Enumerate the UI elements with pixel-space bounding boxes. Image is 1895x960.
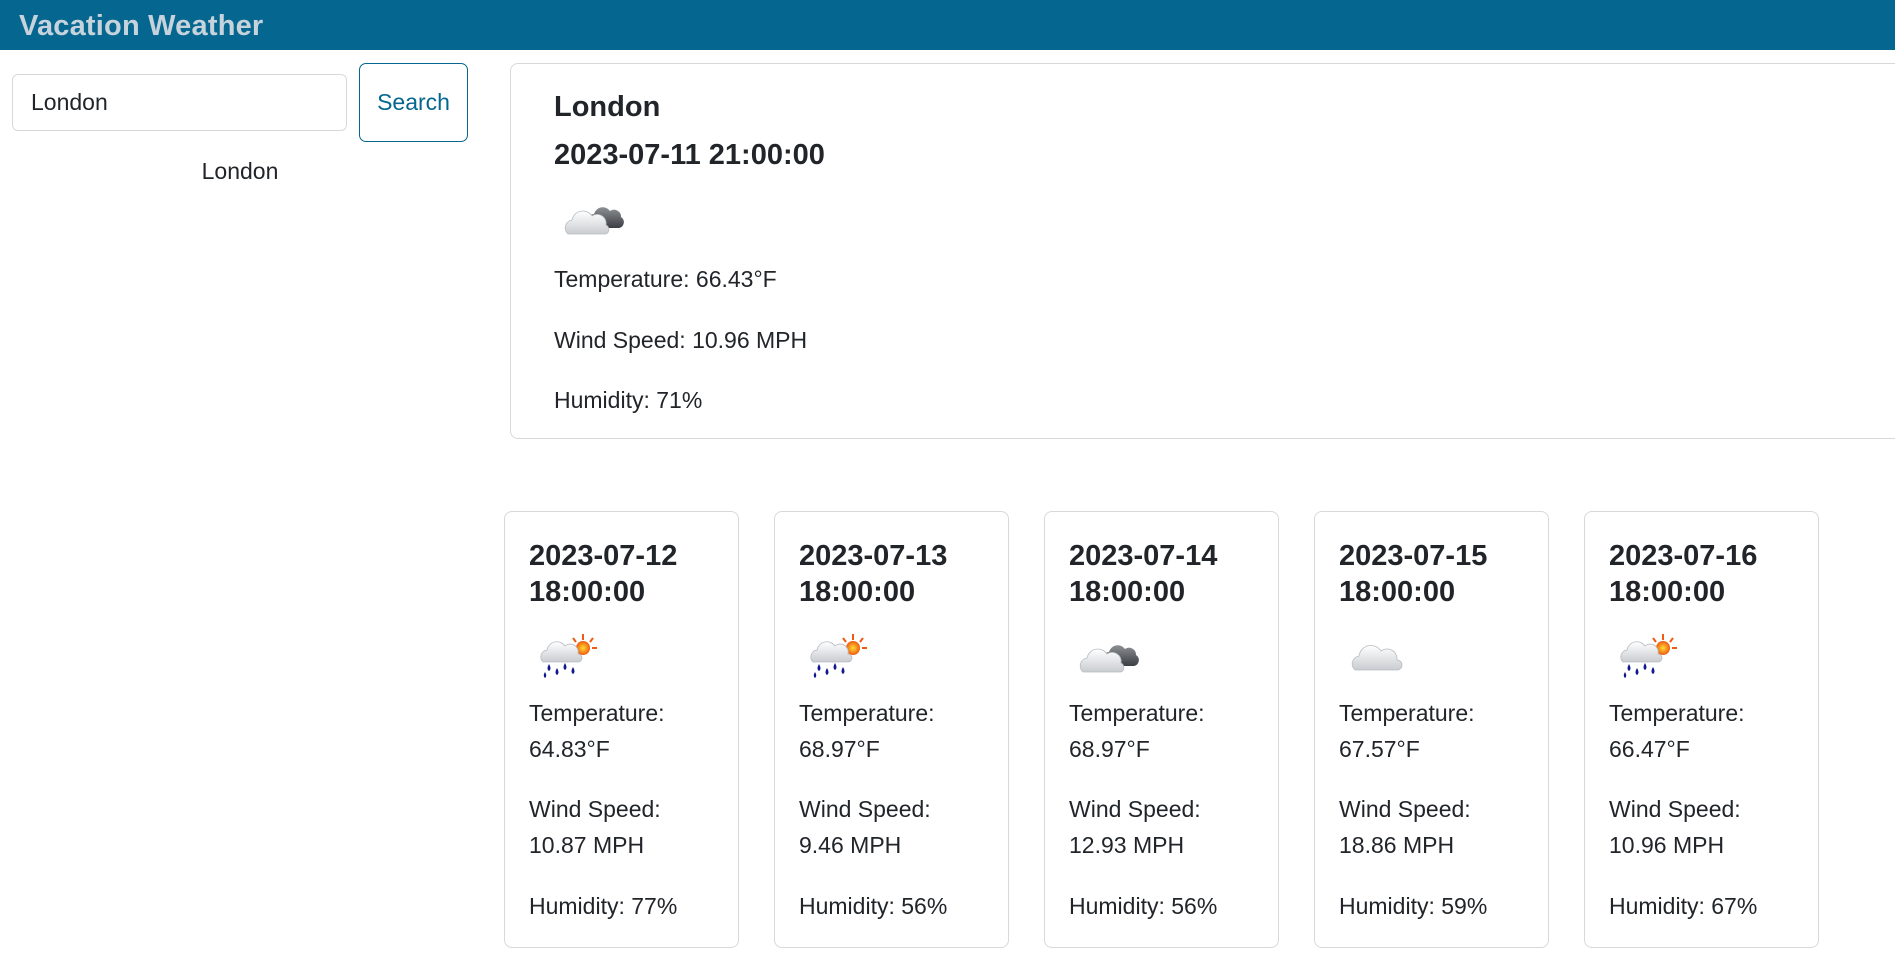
forecast-temperature: Temperature: 66.47°F <box>1609 695 1809 767</box>
forecast-wind-value: 9.46 MPH <box>799 832 902 858</box>
forecast-wind-speed: Wind Speed: 10.96 MPH <box>1609 791 1809 863</box>
forecast-card: 2023-07-13 18:00:00 Temperature: 68.97°F W… <box>774 511 1009 948</box>
forecast-date: 2023-07-12 18:00:00 <box>529 538 729 610</box>
forecast-wind-speed: Wind Speed: 10.87 MPH <box>529 791 729 863</box>
light-rain-sun-icon <box>805 630 873 680</box>
light-rain-sun-icon <box>535 630 603 680</box>
forecast-date-day: 2023-07-16 <box>1609 540 1758 572</box>
forecast-humidity: Humidity: 56% <box>799 893 948 919</box>
forecast-wind-label: Wind Speed: <box>799 796 931 822</box>
current-humidity: Humidity: 71% <box>554 387 703 413</box>
forecast-humidity: Humidity: 67% <box>1609 893 1758 919</box>
forecast-date-time: 18:00:00 <box>1069 576 1186 608</box>
forecast-wind-label: Wind Speed: <box>1339 796 1471 822</box>
forecast-temperature-label: Temperature: <box>529 700 665 726</box>
current-datetime: 2023-07-11 21:00:00 <box>554 139 825 171</box>
forecast-temperature: Temperature: 64.83°F <box>529 695 729 767</box>
forecast-temperature-value: 66.47°F <box>1609 736 1690 762</box>
forecast-date: 2023-07-16 18:00:00 <box>1609 538 1809 610</box>
forecast-temperature-value: 64.83°F <box>529 736 610 762</box>
forecast-wind-speed: Wind Speed: 18.86 MPH <box>1339 791 1539 863</box>
forecast-temperature-value: 68.97°F <box>799 736 880 762</box>
forecast-date: 2023-07-14 18:00:00 <box>1069 538 1269 610</box>
forecast-date-day: 2023-07-15 <box>1339 540 1488 572</box>
current-wind-speed: Wind Speed: 10.96 MPH <box>554 327 808 353</box>
light-rain-sun-icon <box>1615 630 1683 680</box>
forecast-card: 2023-07-12 18:00:00 Temperature: 64.83°F W… <box>504 511 739 948</box>
forecast-date-day: 2023-07-14 <box>1069 540 1218 572</box>
navbar: Vacation Weather <box>0 0 1895 50</box>
broken-clouds-icon <box>560 192 632 240</box>
forecast-wind-value: 10.87 MPH <box>529 832 645 858</box>
forecast-wind-label: Wind Speed: <box>1069 796 1201 822</box>
forecast-temperature-value: 67.57°F <box>1339 736 1420 762</box>
forecast-humidity: Humidity: 77% <box>529 893 678 919</box>
forecast-card: 2023-07-16 18:00:00 Temperature: 66.47°F W… <box>1584 511 1819 948</box>
broken-clouds-icon <box>1075 630 1147 678</box>
forecast-wind-value: 10.96 MPH <box>1609 832 1725 858</box>
current-weather-card: London 2023-07-11 21:00:00 Temperature: … <box>510 63 1895 439</box>
forecast-wind-value: 18.86 MPH <box>1339 832 1455 858</box>
forecast-temperature: Temperature: 67.57°F <box>1339 695 1539 767</box>
forecast-humidity: Humidity: 56% <box>1069 893 1218 919</box>
forecast-humidity: Humidity: 59% <box>1339 893 1488 919</box>
forecast-wind-label: Wind Speed: <box>1609 796 1741 822</box>
forecast-temperature: Temperature: 68.97°F <box>1069 695 1269 767</box>
forecast-temperature-label: Temperature: <box>1609 700 1745 726</box>
forecast-date-time: 18:00:00 <box>1339 576 1456 608</box>
forecast-date-time: 18:00:00 <box>1609 576 1726 608</box>
forecast-date: 2023-07-15 18:00:00 <box>1339 538 1539 610</box>
current-city: London <box>554 91 661 123</box>
forecast-card: 2023-07-14 18:00:00 Temperature: 68.97°F W… <box>1044 511 1279 948</box>
forecast-date-day: 2023-07-13 <box>799 540 948 572</box>
forecast-temperature: Temperature: 68.97°F <box>799 695 999 767</box>
forecast-wind-label: Wind Speed: <box>529 796 661 822</box>
forecast-date-time: 18:00:00 <box>799 576 916 608</box>
forecast-wind-speed: Wind Speed: 9.46 MPH <box>799 791 999 863</box>
search-input[interactable] <box>12 74 347 131</box>
forecast-temperature-label: Temperature: <box>1339 700 1475 726</box>
cloud-icon <box>1345 630 1417 678</box>
search-button[interactable]: Search <box>359 63 468 142</box>
forecast-date: 2023-07-13 18:00:00 <box>799 538 999 610</box>
forecast-date-time: 18:00:00 <box>529 576 646 608</box>
history-item-london[interactable]: London <box>12 158 468 185</box>
app-title: Vacation Weather <box>19 10 264 42</box>
forecast-date-day: 2023-07-12 <box>529 540 678 572</box>
forecast-wind-speed: Wind Speed: 12.93 MPH <box>1069 791 1269 863</box>
forecast-card: 2023-07-15 18:00:00 Temperature: 67.57°F W… <box>1314 511 1549 948</box>
forecast-temperature-value: 68.97°F <box>1069 736 1150 762</box>
current-temperature: Temperature: 66.43°F <box>554 266 777 292</box>
forecast-wind-value: 12.93 MPH <box>1069 832 1185 858</box>
forecast-temperature-label: Temperature: <box>1069 700 1205 726</box>
forecast-temperature-label: Temperature: <box>799 700 935 726</box>
